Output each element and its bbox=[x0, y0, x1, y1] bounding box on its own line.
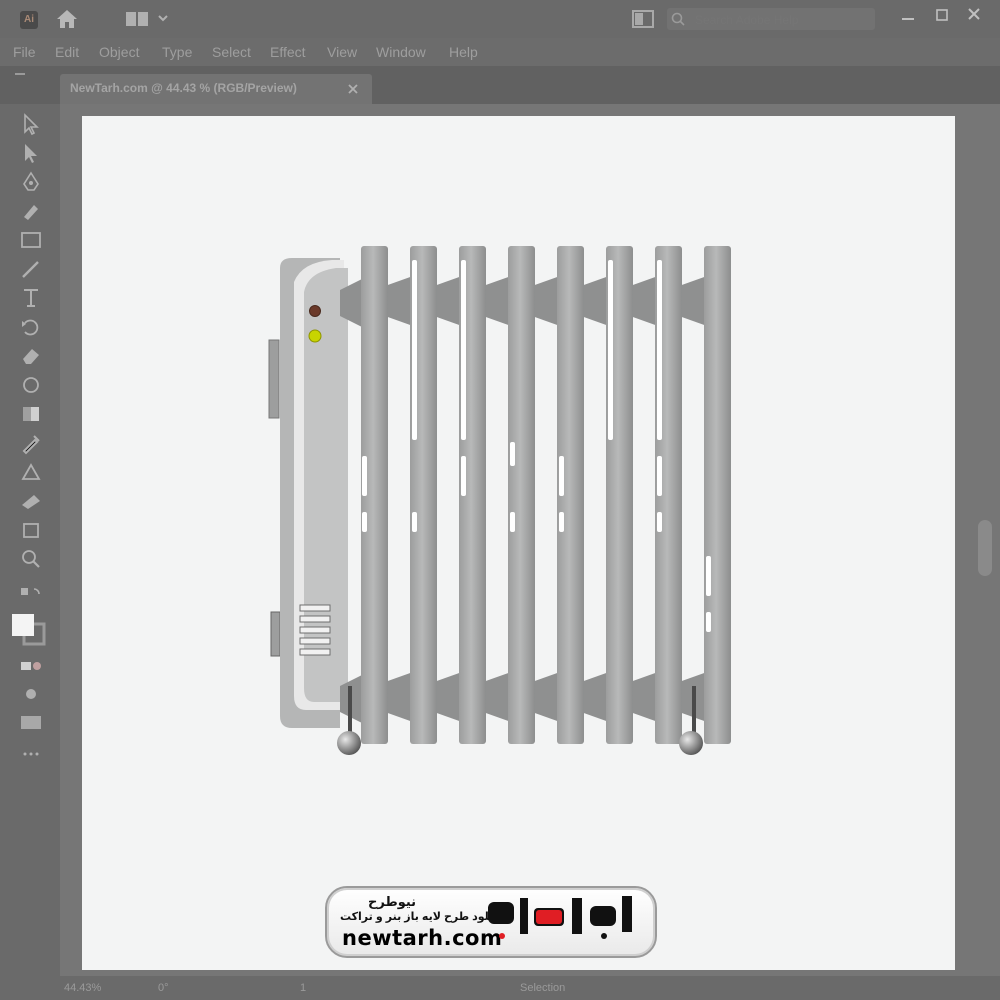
type-tool-icon[interactable] bbox=[18, 286, 44, 310]
menu-help[interactable]: Help bbox=[449, 44, 478, 60]
document-tab-bar: NewTarh.com @ 44.43 % (RGB/Preview) bbox=[0, 66, 1000, 104]
title-bar: Ai bbox=[0, 0, 1000, 38]
watermark-title: نیوطرح bbox=[368, 894, 417, 909]
more-tools-icon[interactable] bbox=[18, 742, 44, 766]
selection-tool-icon[interactable] bbox=[18, 112, 44, 136]
status-mode: Selection bbox=[520, 982, 566, 994]
shape-builder-tool-icon[interactable] bbox=[18, 373, 44, 397]
fill-stroke-swatch-icon[interactable] bbox=[10, 612, 50, 646]
artboard-tool-icon[interactable] bbox=[18, 518, 44, 542]
search-icon bbox=[671, 12, 685, 26]
tab-close-icon[interactable] bbox=[347, 83, 359, 95]
watermark-logo bbox=[488, 896, 632, 939]
gradient-tool-icon[interactable] bbox=[18, 402, 44, 426]
rotation-value[interactable]: 0° bbox=[158, 982, 169, 994]
pen-tool-icon[interactable] bbox=[18, 170, 44, 194]
radiator-fin bbox=[704, 246, 731, 744]
indicator-light-green bbox=[308, 329, 322, 343]
paintbrush-tool-icon[interactable] bbox=[18, 257, 44, 281]
workspace-switcher-icon[interactable] bbox=[126, 12, 150, 26]
chevron-down-icon[interactable] bbox=[157, 12, 169, 24]
document-tab[interactable]: NewTarh.com @ 44.43 % (RGB/Preview) bbox=[60, 74, 372, 104]
radiator-fin bbox=[508, 246, 535, 744]
minimize-icon[interactable] bbox=[896, 6, 920, 26]
right-wheel bbox=[679, 731, 703, 755]
menu-view[interactable]: View bbox=[327, 44, 357, 60]
search-input[interactable] bbox=[693, 10, 873, 30]
rotate-tool-icon[interactable] bbox=[18, 315, 44, 339]
app-logo: Ai bbox=[20, 11, 38, 29]
menu-window[interactable]: Window bbox=[376, 44, 426, 60]
rectangle-tool-icon[interactable] bbox=[18, 228, 44, 252]
menu-bar: File Edit Object Type Select Effect View… bbox=[0, 38, 1000, 66]
swap-colors-icon[interactable] bbox=[18, 584, 44, 608]
maximize-icon[interactable] bbox=[930, 6, 954, 26]
artboard[interactable] bbox=[82, 116, 955, 970]
watermark-tagline: دانلود طرح لایه باز بنر و تراکت bbox=[340, 911, 503, 923]
menu-type[interactable]: Type bbox=[162, 44, 192, 60]
search-box[interactable] bbox=[667, 8, 875, 30]
side-handle-lower bbox=[270, 611, 281, 657]
left-wheel bbox=[337, 731, 361, 755]
indicator-light-red bbox=[309, 305, 321, 317]
close-icon[interactable] bbox=[962, 6, 986, 26]
screen-mode-icon[interactable] bbox=[18, 710, 44, 734]
panel-collapse-icon[interactable] bbox=[14, 72, 26, 80]
curvature-tool-icon[interactable] bbox=[18, 199, 44, 223]
menu-select[interactable]: Select bbox=[212, 44, 251, 60]
symbol-sprayer-tool-icon[interactable] bbox=[18, 489, 44, 513]
status-bar: 44.43% 0° 1 Selection bbox=[0, 976, 1000, 1000]
watermark-url: newtarh.com bbox=[342, 926, 503, 950]
blend-tool-icon[interactable] bbox=[18, 460, 44, 484]
menu-file[interactable]: File bbox=[13, 44, 36, 60]
menu-edit[interactable]: Edit bbox=[55, 44, 79, 60]
tools-panel bbox=[0, 104, 60, 976]
menu-object[interactable]: Object bbox=[99, 44, 139, 60]
eyedropper-tool-icon[interactable] bbox=[18, 431, 44, 455]
document-tab-label: NewTarh.com @ 44.43 % (RGB/Preview) bbox=[70, 81, 297, 95]
arrange-documents-icon[interactable] bbox=[632, 10, 654, 28]
canvas-area[interactable] bbox=[60, 104, 1000, 976]
draw-mode-icon[interactable] bbox=[18, 682, 44, 706]
vertical-scrollbar-thumb[interactable] bbox=[978, 520, 992, 576]
zoom-tool-icon[interactable] bbox=[18, 547, 44, 571]
direct-selection-tool-icon[interactable] bbox=[18, 141, 44, 165]
artboard-number[interactable]: 1 bbox=[300, 982, 306, 994]
color-mode-icon[interactable] bbox=[18, 654, 44, 678]
side-handle-upper bbox=[268, 339, 280, 419]
home-icon[interactable] bbox=[56, 9, 78, 29]
menu-effect[interactable]: Effect bbox=[270, 44, 306, 60]
oil-radiator-illustration[interactable] bbox=[82, 116, 955, 970]
zoom-level[interactable]: 44.43% bbox=[64, 982, 101, 994]
eraser-tool-icon[interactable] bbox=[18, 344, 44, 368]
